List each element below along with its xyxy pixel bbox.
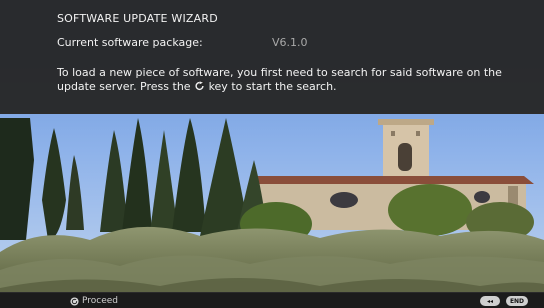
bottom-control-bar: Proceed ◂◂ END bbox=[0, 292, 544, 308]
ok-key-icon bbox=[195, 81, 205, 91]
wizard-title: SOFTWARE UPDATE WIZARD bbox=[57, 12, 218, 25]
proceed-button[interactable]: Proceed bbox=[70, 294, 118, 308]
info-panel: SOFTWARE UPDATE WIZARD Current software … bbox=[0, 0, 544, 114]
instruction-text: To load a new piece of software, you fir… bbox=[57, 66, 527, 94]
proceed-label: Proceed bbox=[82, 296, 119, 306]
current-package-label: Current software package: bbox=[57, 36, 203, 49]
back-key-button[interactable]: ◂◂ bbox=[480, 296, 500, 306]
back-key-label: ◂◂ bbox=[486, 297, 494, 305]
ok-key-icon bbox=[70, 296, 79, 306]
current-package-version: V6.1.0 bbox=[272, 36, 308, 49]
instruction-text-part2: key to start the search. bbox=[208, 80, 337, 93]
end-key-button[interactable]: END bbox=[506, 296, 528, 306]
update-wizard-screen: SOFTWARE UPDATE WIZARD Current software … bbox=[0, 0, 544, 308]
end-key-label: END bbox=[509, 297, 525, 305]
